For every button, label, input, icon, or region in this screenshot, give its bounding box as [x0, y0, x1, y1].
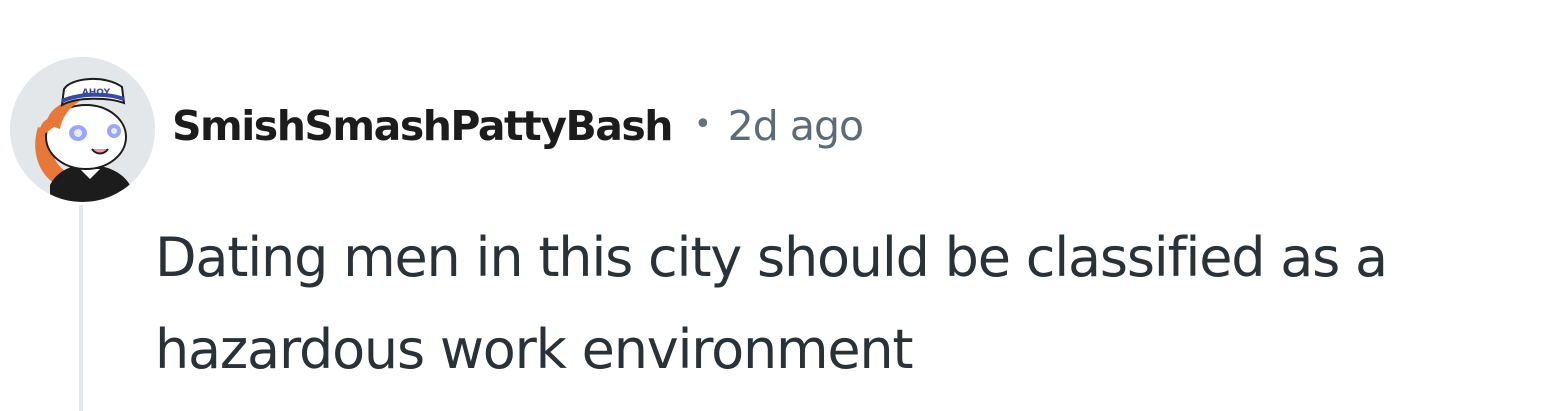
svg-text:AHOY: AHOY	[82, 88, 111, 98]
meta-separator: •	[693, 106, 712, 142]
snoo-sailor-avatar-icon: AHOY	[10, 57, 155, 202]
comment-body: Dating men in this city should be classi…	[155, 226, 1388, 381]
thread-line[interactable]	[79, 205, 83, 411]
comment-meta: SmishSmashPattyBash • 2d ago	[172, 96, 864, 156]
comment-timestamp[interactable]: 2d ago	[728, 102, 864, 150]
username-link[interactable]: SmishSmashPattyBash	[172, 102, 673, 150]
comment: AHOY SmishSmashPattyBash • 2d ago Dating…	[0, 0, 1545, 411]
user-avatar[interactable]: AHOY	[10, 57, 155, 202]
